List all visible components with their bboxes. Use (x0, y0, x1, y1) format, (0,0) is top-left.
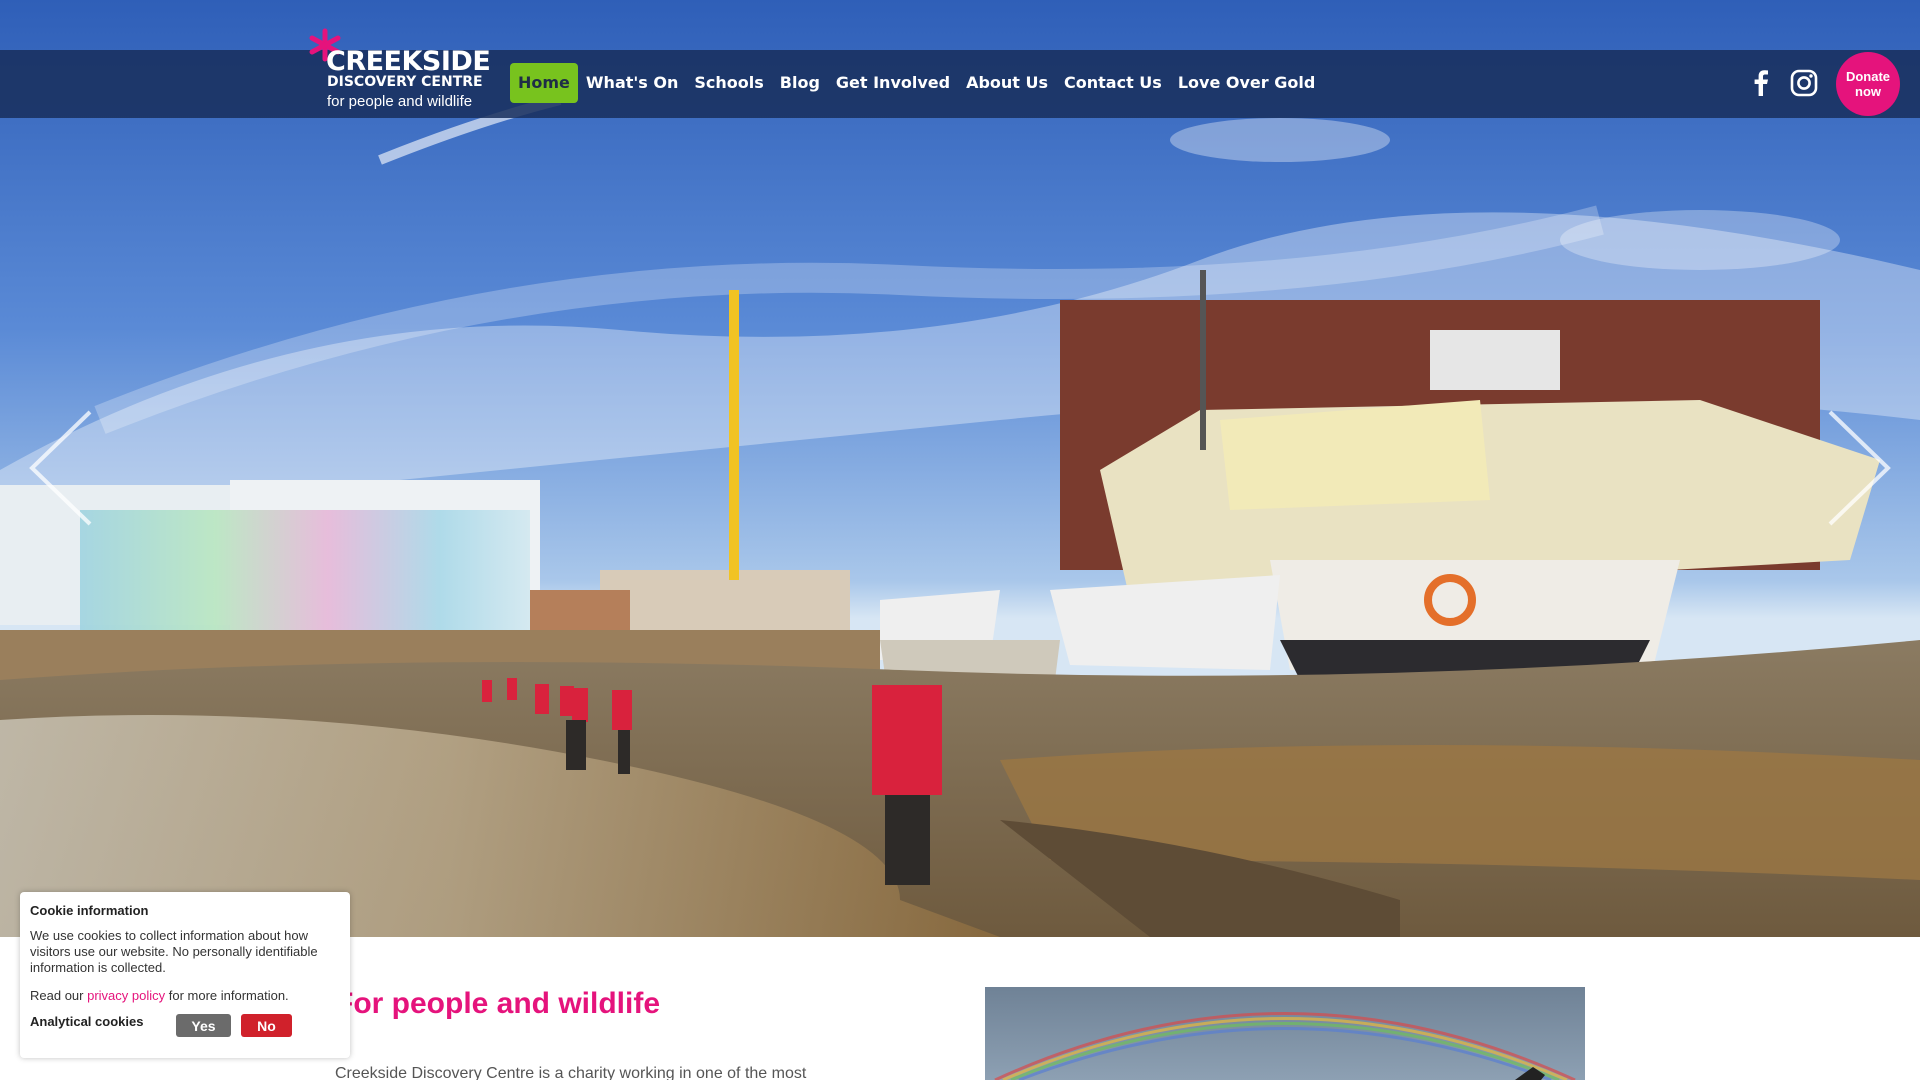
prev-slide-arrow[interactable] (22, 408, 102, 528)
donate-label-line1: Donate (1845, 69, 1891, 84)
section-heading: For people and wildlife (335, 987, 661, 1020)
nav-item-home[interactable]: Home (510, 63, 578, 103)
donate-label-line2: now (1855, 84, 1881, 99)
logo-title: CREEKSIDE (326, 46, 491, 77)
site-logo[interactable]: CREEKSIDE DISCOVERY CENTRE for people an… (308, 28, 491, 116)
nav-item-love-over-gold[interactable]: Love Over Gold (1170, 63, 1323, 103)
cookie-description: We use cookies to collect information ab… (30, 928, 318, 975)
privacy-policy-link[interactable]: privacy policy (87, 988, 165, 1003)
logo-subtitle: DISCOVERY CENTRE (327, 74, 483, 90)
nav-item-about-us[interactable]: About Us (958, 63, 1056, 103)
next-slide-arrow[interactable] (1818, 408, 1898, 528)
logo-tagline: for people and wildlife (327, 93, 473, 110)
nav-item-whats-on[interactable]: What's On (578, 63, 686, 103)
hero-slider (0, 0, 1920, 937)
analytical-cookies-label: Analytical cookies (30, 1014, 144, 1029)
hero-image (0, 0, 1920, 937)
cookie-no-button[interactable]: No (241, 1014, 292, 1037)
cookie-title: Cookie information (30, 903, 149, 918)
nav-item-blog[interactable]: Blog (772, 63, 828, 103)
donate-button[interactable]: Donate now (1836, 52, 1900, 116)
nav-item-get-involved[interactable]: Get Involved (828, 63, 958, 103)
cookie-read-suffix: for more information. (165, 988, 289, 1003)
main-nav: Home What's On Schools Blog Get Involved… (510, 63, 1323, 103)
rainbow-photo (985, 987, 1585, 1080)
instagram-icon[interactable] (1789, 68, 1819, 98)
cookie-read-prefix: Read our (30, 988, 88, 1003)
cookie-privacy-note: Read our privacy policy for more informa… (30, 988, 289, 1003)
cookie-yes-button[interactable]: Yes (176, 1014, 231, 1037)
nav-item-schools[interactable]: Schools (686, 63, 771, 103)
nav-item-contact-us[interactable]: Contact Us (1056, 63, 1170, 103)
facebook-icon[interactable] (1746, 68, 1776, 98)
cookie-banner: Cookie information We use cookies to col… (20, 892, 350, 1058)
intro-text: Creekside Discovery Centre is a charity … (335, 1065, 807, 1080)
